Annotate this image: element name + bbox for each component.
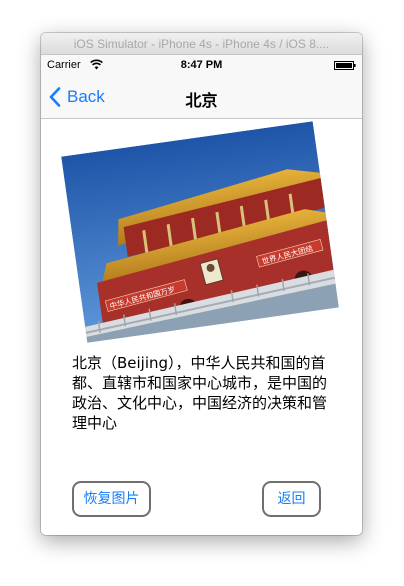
tiananmen-image: 中华人民共和国万岁 世界人民大团结: [61, 121, 339, 343]
main-content: 中华人民共和国万岁 世界人民大团结 北京（Beijing），中华人民共和国的首都…: [41, 119, 362, 535]
city-description: 北京（Beijing），中华人民共和国的首都、直辖市和国家中心城市，是中国的政治…: [72, 354, 328, 432]
status-time: 8:47 PM: [180, 59, 223, 71]
return-button[interactable]: 返回: [262, 481, 321, 517]
battery-icon: [334, 61, 356, 70]
restore-image-button[interactable]: 恢复图片: [72, 481, 151, 517]
simulator-window: iOS Simulator - iPhone 4s - iPhone 4s / …: [41, 33, 362, 535]
status-bar: Carrier 8:47 PM: [41, 55, 362, 75]
navigation-bar: Back 北京: [41, 75, 362, 119]
window-title: iOS Simulator - iPhone 4s - iPhone 4s / …: [41, 33, 362, 55]
beijing-photo[interactable]: 中华人民共和国万岁 世界人民大团结: [61, 121, 339, 343]
page-title: 北京: [185, 93, 218, 110]
